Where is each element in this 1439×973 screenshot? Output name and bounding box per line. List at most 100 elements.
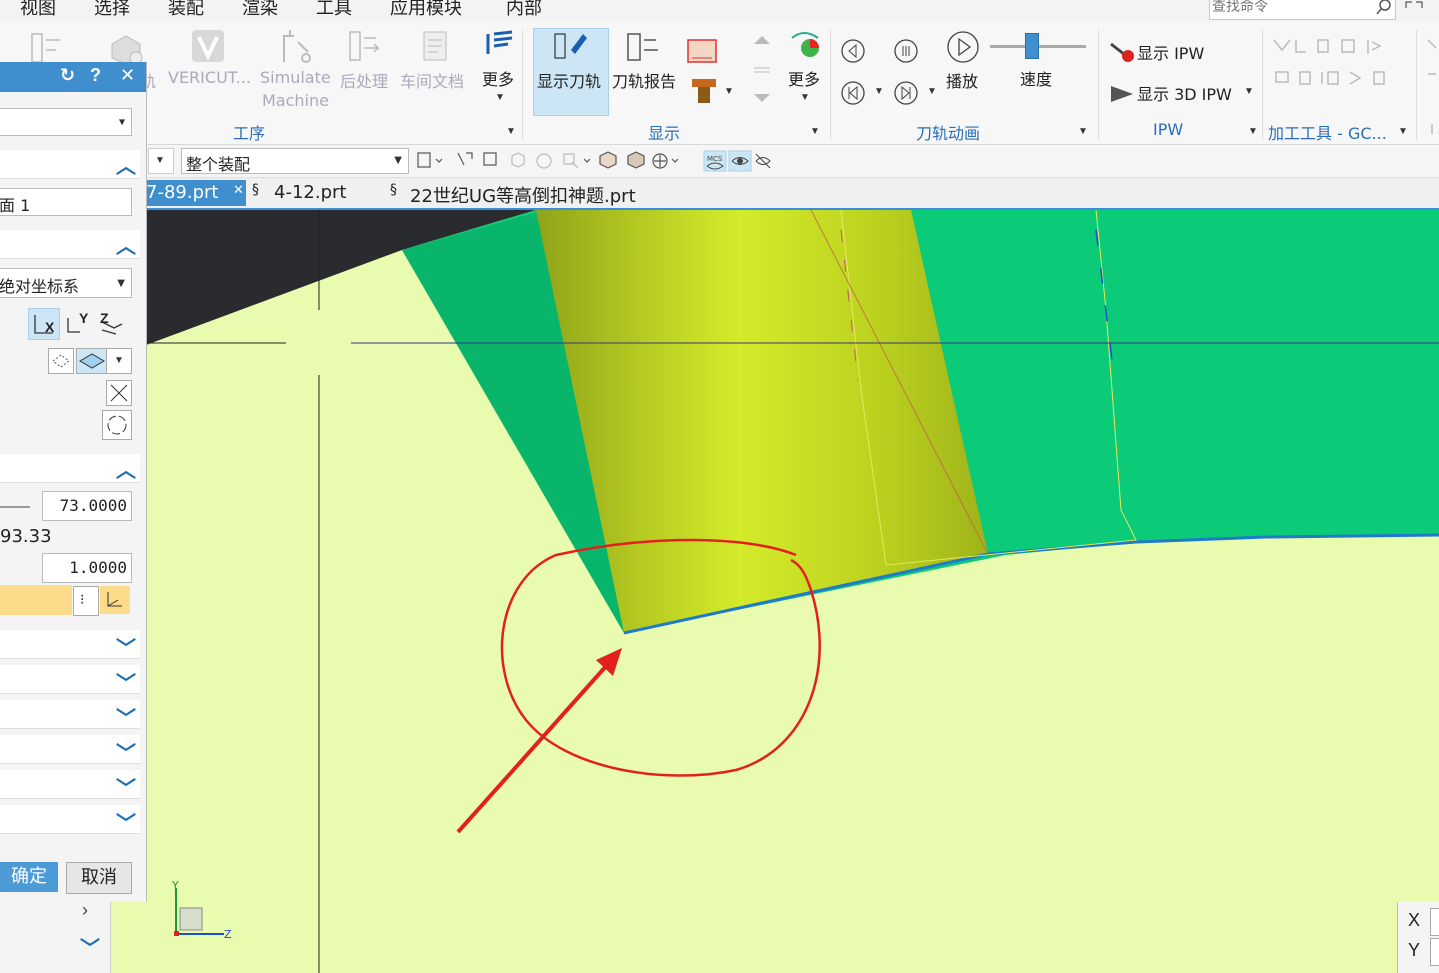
more-process-icon[interactable] (482, 28, 518, 64)
tab-document[interactable]: § 4-12.prt (252, 180, 372, 206)
play-icon[interactable] (946, 30, 980, 64)
assembly-scope-select[interactable]: 整个装配 ▼ (181, 148, 409, 174)
chevron-down-icon[interactable]: ▼ (495, 92, 505, 103)
value-slider[interactable] (0, 506, 30, 508)
fullscreen-icon[interactable] (1404, 0, 1424, 14)
chevron-down-icon[interactable]: ▼ (1078, 126, 1088, 137)
simulate-machine-label[interactable]: Machine (262, 91, 329, 110)
chevron-up-icon[interactable]: ︿ (116, 230, 136, 259)
chevron-down-icon[interactable]: ▼ (800, 92, 810, 103)
chevron-down-icon[interactable]: ﹀ (116, 702, 136, 731)
toolpath-icon[interactable] (28, 30, 68, 66)
cancel-button[interactable]: 取消 (66, 862, 132, 894)
skip-end-icon[interactable] (893, 80, 919, 106)
section-header[interactable]: ︿ (0, 150, 140, 179)
coord-x-field[interactable] (1430, 908, 1439, 936)
chevron-up-icon[interactable]: ︿ (116, 150, 136, 179)
vericut-button[interactable]: VERICUT... (168, 68, 251, 87)
chevron-down-icon[interactable]: ▼ (927, 86, 937, 97)
reset-icon[interactable]: ↻ (60, 65, 75, 86)
coord-y-field[interactable] (1430, 938, 1439, 966)
csys-dialog-button[interactable] (100, 586, 130, 614)
chevron-down-icon[interactable]: ▼ (506, 126, 516, 137)
tab-active[interactable]: 7-89.prt ✕ (146, 180, 246, 206)
chevron-down-icon[interactable]: ▼ (874, 86, 884, 97)
search-input[interactable] (1210, 0, 1364, 17)
chevron-down-icon[interactable]: ﹀ (116, 632, 136, 661)
type-select[interactable]: ▼ (0, 108, 132, 136)
tool-display-icon[interactable] (690, 77, 718, 105)
menu-select[interactable]: 选择 (94, 0, 130, 20)
chevron-down-icon[interactable]: ▼ (724, 86, 734, 97)
chevron-down-icon[interactable]: ﹀ (116, 807, 136, 836)
toolpath-report-button[interactable]: 刀轨报告 (612, 68, 676, 92)
menu-render[interactable]: 渲染 (242, 0, 278, 20)
tab-document[interactable]: § 22世纪UG等高倒扣神题.prt (390, 180, 660, 207)
vericut-icon[interactable] (190, 28, 226, 64)
blank-stock-icon[interactable] (686, 36, 718, 66)
machining-tools-icons[interactable] (1272, 38, 1402, 98)
chevron-down-icon[interactable]: ﹀ (80, 932, 100, 961)
shop-doc-icon[interactable] (418, 28, 454, 64)
speed-slider-thumb[interactable] (1025, 33, 1040, 59)
menu-view[interactable]: 视图 (20, 0, 56, 20)
play-button[interactable]: 播放 (946, 68, 978, 92)
section-header[interactable]: ︿ (0, 230, 140, 259)
close-icon[interactable]: ✕ (120, 65, 135, 86)
more-display-button[interactable]: 更多 (788, 66, 820, 90)
plane-select-button[interactable] (76, 348, 108, 374)
filter-dropdown[interactable]: ▼ (148, 148, 174, 174)
postprocess-button[interactable]: 后处理 (340, 68, 388, 92)
model-view[interactable]: Y Z (146, 210, 1439, 973)
close-icon[interactable]: ✕ (233, 183, 244, 198)
help-icon[interactable]: ? (90, 65, 101, 86)
menu-tools[interactable]: 工具 (316, 0, 352, 20)
plane-option-button[interactable] (48, 348, 74, 374)
more-tools-icon[interactable] (1426, 38, 1439, 138)
toolpath-report-icon[interactable] (626, 30, 662, 64)
machine-icon[interactable] (106, 30, 146, 66)
axis-y-button[interactable]: Y (64, 308, 94, 338)
menu-assembly[interactable]: 装配 (168, 0, 204, 20)
point-dialog-button[interactable]: ⁝ (73, 586, 99, 616)
section-header-collapsed[interactable]: ﹀ (0, 700, 140, 731)
chevron-down-icon[interactable]: ﹀ (116, 667, 136, 696)
search-icon[interactable] (1375, 0, 1393, 16)
speed-slider[interactable] (990, 33, 1086, 59)
chevron-down-icon[interactable]: ▼ (1244, 86, 1254, 97)
section-header-collapsed[interactable]: ﹀ (0, 770, 140, 801)
show-ipw-button[interactable]: 显示 IPW (1137, 40, 1204, 64)
section-header-collapsed[interactable]: ﹀ (0, 805, 140, 836)
more-process-button[interactable]: 更多 (482, 66, 514, 90)
chevron-down-icon[interactable]: ▼ (1248, 126, 1258, 137)
simulate-button[interactable]: Simulate (260, 68, 331, 87)
menu-internal[interactable]: 内部 (506, 0, 542, 20)
point-selection-field[interactable] (0, 585, 72, 615)
show-toolpath-button[interactable]: 显示刀轨 (537, 68, 601, 92)
section-header-collapsed[interactable]: ﹀ (0, 735, 140, 766)
scale-field[interactable]: 1.0000 (42, 553, 132, 583)
show-3d-ipw-icon[interactable] (1109, 82, 1135, 104)
more-display-icon[interactable] (788, 28, 822, 62)
chevron-right-icon[interactable]: › (82, 900, 88, 921)
show-ipw-icon[interactable] (1109, 40, 1135, 64)
coordinate-system-select[interactable]: 绝对坐标系 ▼ (0, 268, 132, 298)
selection-filter-icons[interactable]: MCS (416, 150, 776, 172)
plane-dropdown[interactable]: ▼ (106, 348, 132, 374)
menu-app-modules[interactable]: 应用模块 (390, 0, 462, 20)
reverse-direction-button[interactable] (106, 380, 132, 406)
command-search[interactable] (1209, 0, 1396, 20)
chevron-down-icon[interactable]: ▼ (810, 126, 820, 137)
chevron-up-icon[interactable]: ︿ (116, 454, 136, 483)
dialog-titlebar[interactable]: ↻ ? ✕ (0, 62, 146, 92)
ok-button[interactable]: 确定 (0, 862, 58, 892)
graphics-viewport[interactable]: Y Z (146, 210, 1439, 973)
chevron-down-icon[interactable]: ﹀ (116, 772, 136, 801)
show-toolpath-icon[interactable] (553, 30, 589, 64)
axis-x-button[interactable]: X (28, 308, 60, 340)
pause-icon[interactable] (893, 38, 919, 64)
chevron-down-icon[interactable]: ﹀ (116, 737, 136, 766)
section-header[interactable]: ︿ (0, 454, 140, 483)
cycle-button[interactable] (102, 410, 132, 440)
postprocess-icon[interactable] (348, 28, 384, 64)
